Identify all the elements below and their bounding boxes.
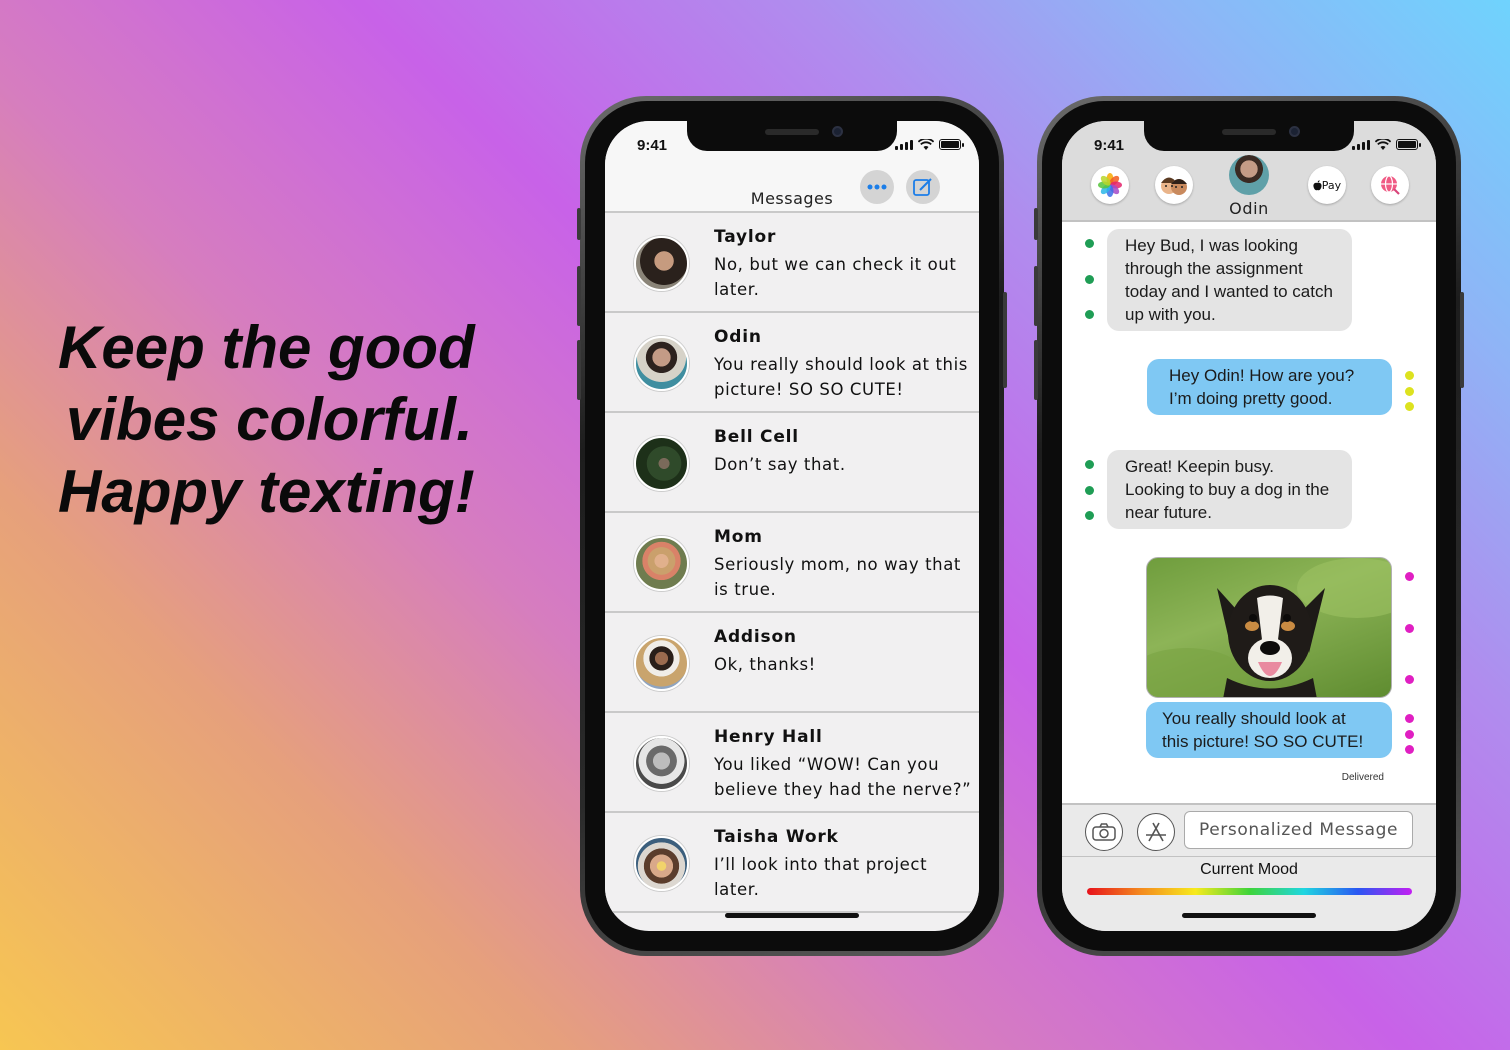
conversation-preview: I’ll look into that project later. <box>714 855 928 899</box>
conversation-bell-cell[interactable]: Bell Cell Don’t say that. <box>605 413 979 513</box>
conversation-taisha-work[interactable]: Taisha Work I’ll look into that project … <box>605 813 979 913</box>
mood-dots-incoming <box>1085 239 1094 319</box>
side-button <box>577 208 581 240</box>
input-bar <box>1062 803 1436 857</box>
conversation-preview: Ok, thanks! <box>714 655 816 674</box>
conversation-preview: Don’t say that. <box>714 455 846 474</box>
home-indicator[interactable] <box>1182 913 1316 918</box>
status-time: 9:41 <box>637 137 668 154</box>
avatar-taylor <box>634 236 689 291</box>
speaker <box>765 129 819 135</box>
notch <box>687 121 897 151</box>
side-button <box>1460 292 1464 388</box>
signal-icon <box>1352 140 1370 150</box>
side-button <box>1003 292 1007 388</box>
message-bubble-outgoing[interactable]: You really should look at this picture! … <box>1146 702 1392 758</box>
wifi-icon <box>1375 139 1391 150</box>
front-camera <box>832 126 843 137</box>
screen-messages-list: 9:41 Messages Taylor No, but we can chec… <box>605 121 979 931</box>
phone-messages-list: 9:41 Messages Taylor No, but we can chec… <box>577 96 1007 956</box>
conversation-list: Taylor No, but we can check it out later… <box>605 213 979 913</box>
delivered-status: Delivered <box>1341 772 1384 783</box>
mood-dots-outgoing <box>1405 714 1414 754</box>
front-camera <box>1289 126 1300 137</box>
conversation-name: Henry Hall <box>714 727 823 747</box>
mood-dots-outgoing <box>1405 371 1414 411</box>
photos-icon <box>1098 173 1122 197</box>
dog-photo-illustration <box>1147 558 1391 697</box>
phone-conversation: 9:41 Odin Pay Hey Bud, I was looking thr… <box>1034 96 1464 956</box>
conversation-preview: You really should look at this picture! … <box>714 355 968 399</box>
conversation-preview: You liked “WOW! Can you believe they had… <box>714 755 972 799</box>
more-options-button[interactable] <box>860 170 894 204</box>
contact-name[interactable]: Odin <box>1062 199 1436 218</box>
app-store-icon <box>1146 822 1166 842</box>
avatar-taisha-work <box>634 836 689 891</box>
conversation-taylor[interactable]: Taylor No, but we can check it out later… <box>605 213 979 313</box>
side-button <box>577 340 581 400</box>
apple-pay-label: Pay <box>1321 178 1342 192</box>
conversation-preview: No, but we can check it out later. <box>714 255 957 299</box>
avatar-addison <box>634 636 689 691</box>
mood-label: Current Mood <box>1200 861 1298 878</box>
side-button <box>577 266 581 326</box>
tagline-line-2: vibes colorful. <box>66 386 473 453</box>
avatar-bell-cell <box>634 436 689 491</box>
screen-conversation: 9:41 Odin Pay Hey Bud, I was looking thr… <box>1062 121 1436 931</box>
conversation-name: Bell Cell <box>714 427 799 447</box>
status-icons <box>1352 139 1421 150</box>
conversation-name: Odin <box>714 327 762 347</box>
apple-icon <box>1313 179 1322 190</box>
side-button <box>1034 266 1038 326</box>
contact-avatar[interactable] <box>1229 155 1269 195</box>
tagline-line-3: Happy texting! <box>58 458 475 525</box>
message-input[interactable] <box>1184 811 1413 849</box>
compose-button[interactable] <box>906 170 940 204</box>
tagline: Keep the good vibes colorful. Happy text… <box>58 312 528 528</box>
conversation-odin[interactable]: Odin You really should look at this pict… <box>605 313 979 413</box>
conversation-henry-hall[interactable]: Henry Hall You liked “WOW! Can you belie… <box>605 713 979 813</box>
side-button <box>1034 208 1038 240</box>
camera-button[interactable] <box>1085 813 1123 851</box>
memoji-icon <box>1161 177 1187 195</box>
battery-icon <box>1396 139 1421 150</box>
mood-dots-incoming <box>1085 460 1094 520</box>
app-store-button[interactable] <box>1137 813 1175 851</box>
conversation-mom[interactable]: Mom Seriously mom, no way that is true. <box>605 513 979 613</box>
avatar-mom <box>634 536 689 591</box>
conversation-name: Taisha Work <box>714 827 839 847</box>
conversation-name: Taylor <box>714 227 777 247</box>
conversation-preview: Seriously mom, no way that is true. <box>714 555 961 599</box>
avatar-henry-hall <box>634 736 689 791</box>
tagline-line-1: Keep the good <box>58 314 475 381</box>
shared-dog-photo[interactable] <box>1146 557 1392 698</box>
mood-color-slider[interactable] <box>1087 888 1412 895</box>
battery-icon <box>939 139 964 150</box>
conversation-addison[interactable]: Addison Ok, thanks! <box>605 613 979 713</box>
status-time: 9:41 <box>1094 137 1125 154</box>
message-bubble-outgoing[interactable]: Hey Odin! How are you? I’m doing pretty … <box>1147 359 1392 415</box>
ellipsis-icon <box>867 184 887 190</box>
avatar-odin <box>634 336 689 391</box>
conversation-name: Addison <box>714 627 797 647</box>
globe-search-icon <box>1381 175 1400 195</box>
mood-dots-photo <box>1405 572 1414 684</box>
status-icons <box>895 139 964 150</box>
mood-panel: Current Mood <box>1062 857 1436 931</box>
conversation-name: Mom <box>714 527 763 547</box>
home-indicator[interactable] <box>725 913 859 918</box>
camera-icon <box>1092 823 1116 841</box>
message-bubble-incoming[interactable]: Great! Keepin busy. Looking to buy a dog… <box>1107 450 1352 529</box>
message-bubble-incoming[interactable]: Hey Bud, I was looking through the assig… <box>1107 229 1352 331</box>
side-button <box>1034 340 1038 400</box>
speaker <box>1222 129 1276 135</box>
web-search-button[interactable] <box>1371 166 1409 204</box>
apple-pay-button[interactable]: Pay <box>1308 166 1346 204</box>
chat-thread: Hey Bud, I was looking through the assig… <box>1062 222 1436 803</box>
wifi-icon <box>918 139 934 150</box>
compose-icon <box>913 178 932 196</box>
signal-icon <box>895 140 913 150</box>
notch <box>1144 121 1354 151</box>
